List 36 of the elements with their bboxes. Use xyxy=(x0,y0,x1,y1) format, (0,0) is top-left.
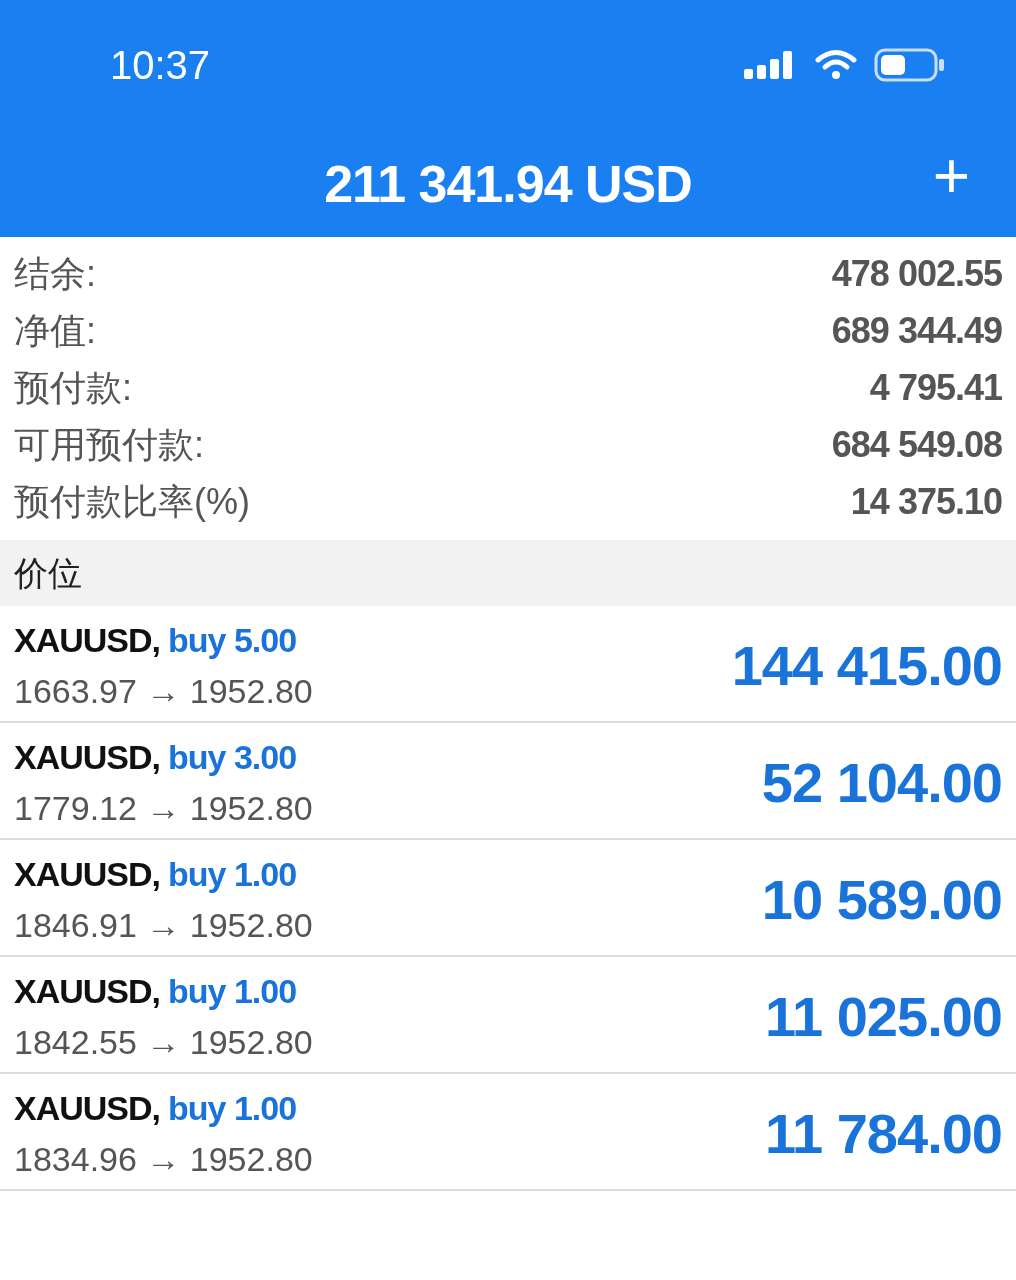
summary-value: 684 549.08 xyxy=(831,422,1002,467)
price-range: 1779.12 → 1952.80 xyxy=(14,787,313,829)
price-range: 1834.96 → 1952.80 xyxy=(14,1138,313,1180)
price-range: 1663.97 → 1952.80 xyxy=(14,670,313,712)
order-type: buy 1.00 xyxy=(168,853,297,895)
summary-label: 结余: xyxy=(14,251,96,296)
price-range: 1846.91 → 1952.80 xyxy=(14,904,313,946)
position-symbol: XAUUSD, xyxy=(14,619,161,661)
position-symbol: XAUUSD, xyxy=(14,736,161,778)
section-title: 价位 xyxy=(14,552,82,594)
order-type: buy 3.00 xyxy=(168,736,297,778)
summary-label: 可用预付款: xyxy=(14,422,204,467)
position-profit: 11 784.00 xyxy=(764,1100,1002,1167)
position-profit: 52 104.00 xyxy=(761,749,1002,816)
add-button[interactable]: + xyxy=(926,144,976,208)
position-profit: 144 415.00 xyxy=(731,632,1002,699)
order-type: buy 1.00 xyxy=(168,970,297,1012)
summary-value: 689 344.49 xyxy=(831,308,1002,353)
order-type: buy 1.00 xyxy=(168,1087,297,1129)
status-time: 10:37 xyxy=(110,42,211,89)
battery-icon xyxy=(874,48,946,82)
position-profit: 10 589.00 xyxy=(761,866,1002,933)
position-symbol: XAUUSD, xyxy=(14,1087,161,1129)
summary-value: 4 795.41 xyxy=(869,365,1002,410)
summary-label: 预付款比率(%) xyxy=(14,479,250,524)
wifi-icon xyxy=(814,49,858,81)
price-range: 1842.55 → 1952.80 xyxy=(14,1021,313,1063)
position-profit: 11 025.00 xyxy=(764,983,1002,1050)
position-symbol: XAUUSD, xyxy=(14,853,161,895)
order-type: buy 5.00 xyxy=(168,619,297,661)
account-total: 211 341.94 USD xyxy=(324,153,692,215)
summary-value: 14 375.10 xyxy=(850,479,1002,524)
position-symbol: XAUUSD, xyxy=(14,970,161,1012)
summary-label: 净值: xyxy=(14,308,96,353)
summary-label: 预付款: xyxy=(14,365,132,410)
summary-value: 478 002.55 xyxy=(831,251,1002,296)
